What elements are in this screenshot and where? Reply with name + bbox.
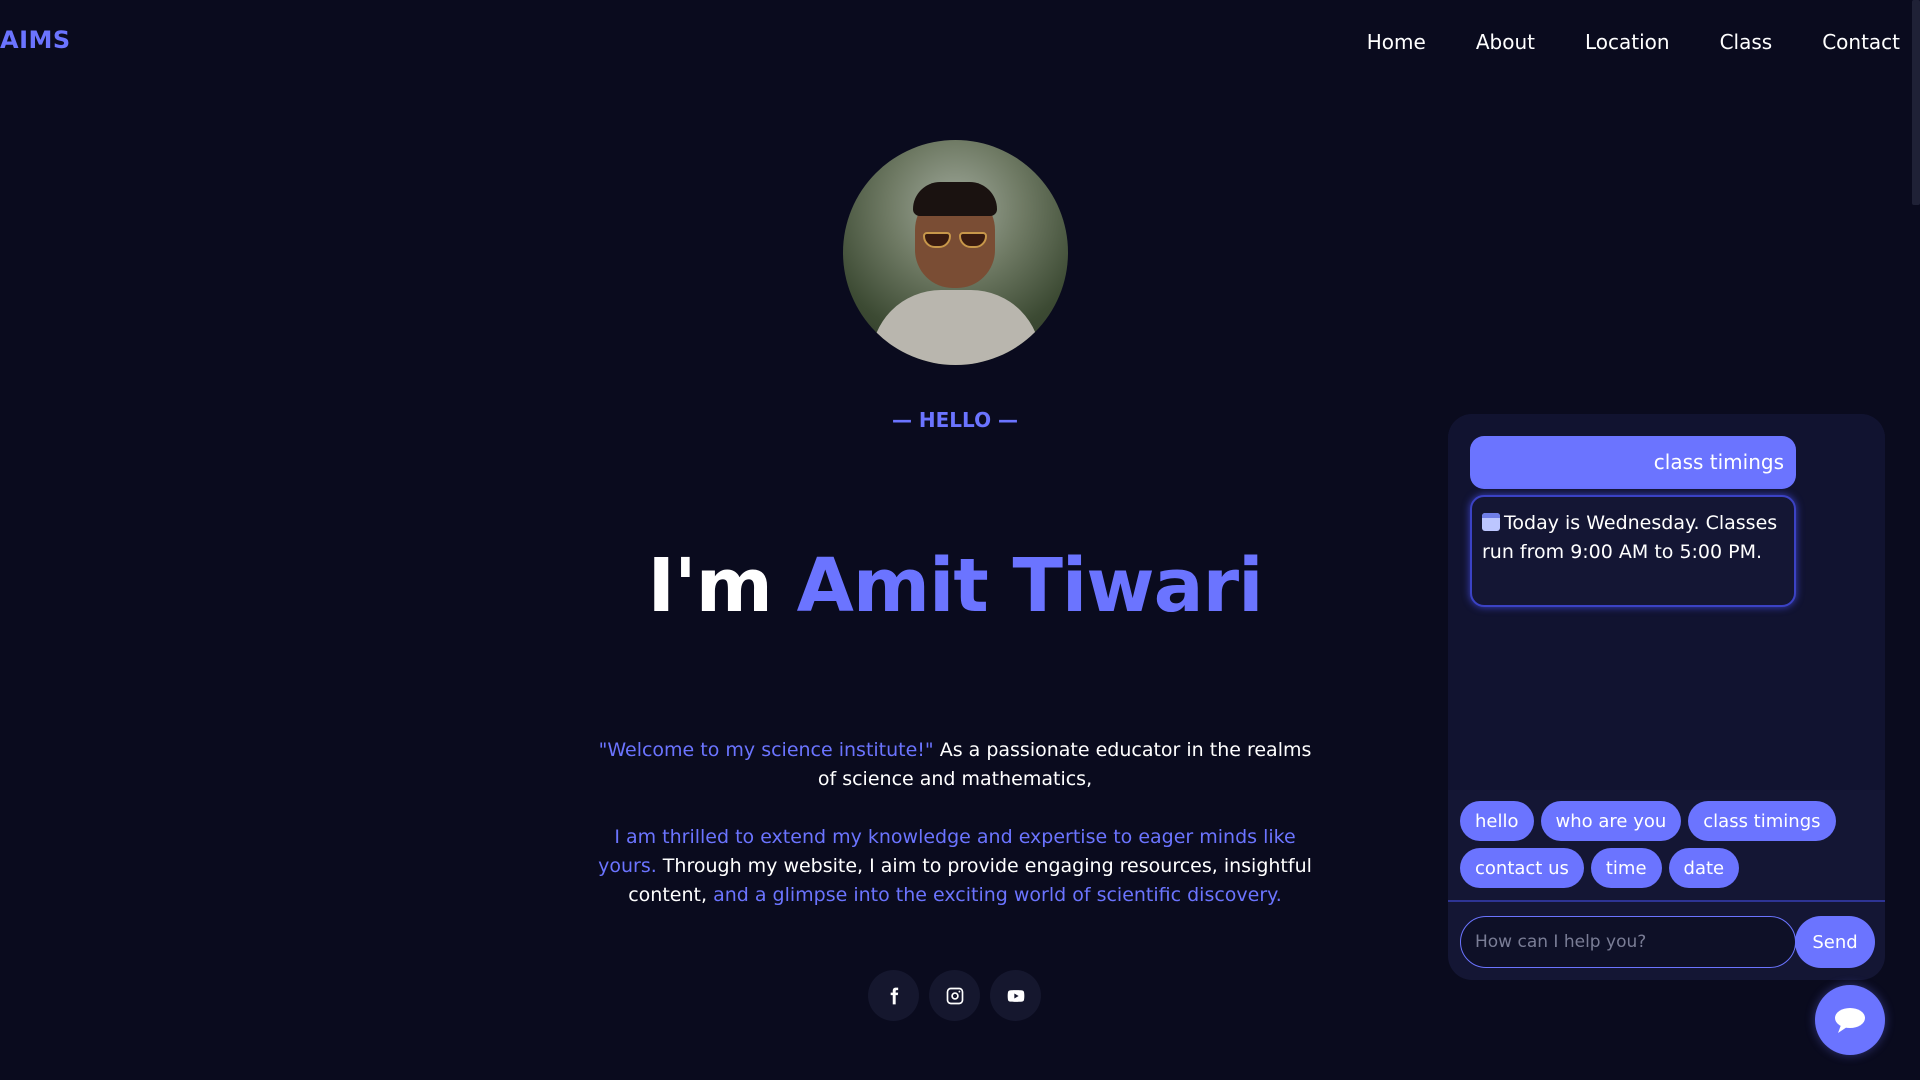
chatbot-panel: class timings Today is Wednesday. Classe… — [1448, 414, 1885, 980]
instagram-button[interactable] — [929, 970, 980, 1021]
bot-message: Today is Wednesday. Classes run from 9:0… — [1470, 495, 1796, 607]
nav-home[interactable]: Home — [1367, 30, 1426, 54]
facebook-icon — [890, 987, 898, 1004]
nav-contact[interactable]: Contact — [1822, 30, 1900, 54]
quick-reply-class-timings[interactable]: class timings — [1688, 801, 1836, 841]
social-links — [868, 970, 1041, 1021]
logo[interactable]: AIMS — [0, 26, 71, 54]
intro-text: "Welcome to my science institute!" As a … — [590, 736, 1320, 910]
intro-highlight-welcome: "Welcome to my science institute!" — [598, 739, 934, 761]
instagram-icon — [946, 987, 963, 1004]
quick-reply-date[interactable]: date — [1668, 848, 1740, 888]
youtube-button[interactable] — [990, 970, 1041, 1021]
profile-photo — [843, 140, 1068, 365]
quick-replies: hello who are you class timings contact … — [1460, 801, 1870, 888]
title-name: Amit Tiwari — [796, 543, 1264, 629]
chat-divider — [1448, 900, 1885, 902]
facebook-button[interactable] — [868, 970, 919, 1021]
quick-reply-who-are-you[interactable]: who are you — [1540, 801, 1682, 841]
intro-paragraph-2: I am thrilled to extend my knowledge and… — [590, 823, 1320, 910]
nav-class[interactable]: Class — [1720, 30, 1773, 54]
scrollbar[interactable] — [1912, 0, 1920, 205]
chat-input[interactable] — [1460, 916, 1796, 968]
user-message: class timings — [1470, 436, 1796, 489]
nav-location[interactable]: Location — [1585, 30, 1670, 54]
youtube-icon — [1007, 989, 1024, 1002]
intro-highlight-discovery: and a glimpse into the exciting world of… — [713, 884, 1282, 906]
title-prefix: I'm — [647, 543, 797, 629]
chat-bubble-icon — [1835, 1008, 1865, 1033]
quick-reply-time[interactable]: time — [1590, 848, 1662, 888]
bot-message-text: Today is Wednesday. Classes run from 9:0… — [1482, 512, 1778, 563]
chat-messages[interactable]: class timings Today is Wednesday. Classe… — [1448, 414, 1885, 790]
intro-paragraph-1: "Welcome to my science institute!" As a … — [590, 736, 1320, 794]
page: AIMS Home About Location Class Contact —… — [0, 0, 1920, 1080]
nav-about[interactable]: About — [1476, 30, 1535, 54]
chat-toggle-button[interactable] — [1815, 985, 1885, 1055]
calendar-icon — [1482, 513, 1500, 531]
quick-reply-hello[interactable]: hello — [1460, 801, 1534, 841]
send-button[interactable]: Send — [1795, 916, 1875, 968]
main-nav: Home About Location Class Contact — [1367, 30, 1900, 54]
quick-reply-contact-us[interactable]: contact us — [1460, 848, 1584, 888]
